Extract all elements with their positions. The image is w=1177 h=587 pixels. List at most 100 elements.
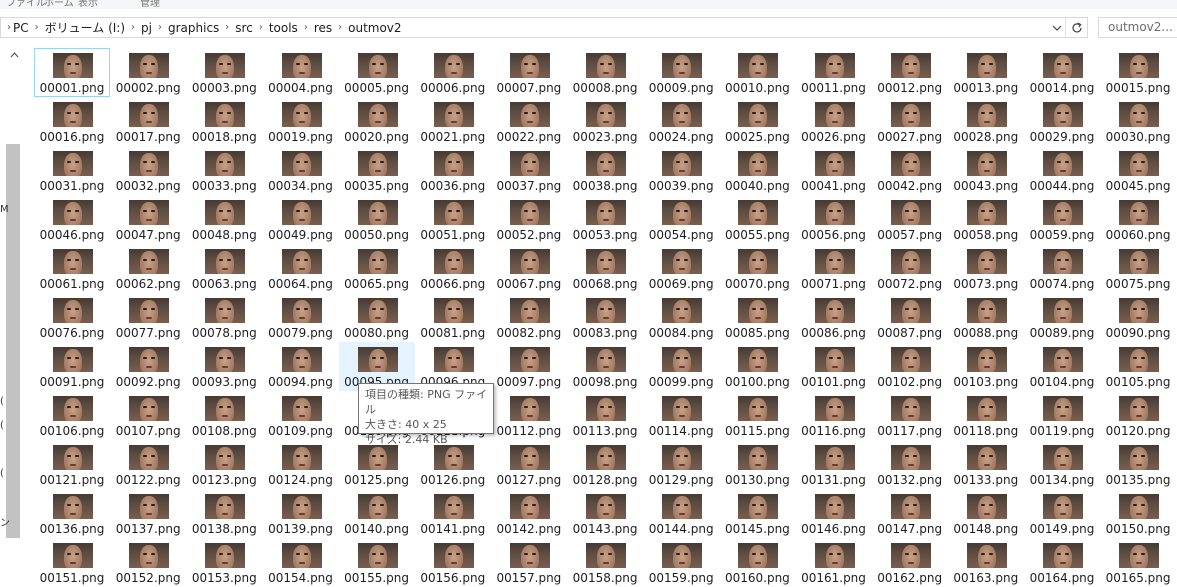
file-item[interactable]: 00161.png xyxy=(796,538,872,587)
file-item[interactable]: 00004.png xyxy=(263,48,339,97)
file-item[interactable]: 00087.png xyxy=(872,293,948,342)
file-item[interactable]: 00010.png xyxy=(719,48,795,97)
ribbon-tab-manage[interactable]: 管理 xyxy=(140,0,160,9)
file-item[interactable]: 00030.png xyxy=(1100,97,1176,146)
file-item[interactable]: 00021.png xyxy=(415,97,491,146)
file-item[interactable]: 00050.png xyxy=(339,195,415,244)
file-item[interactable]: 00091.png xyxy=(34,342,110,391)
ribbon-tab-file[interactable]: ファイル xyxy=(6,0,46,9)
file-item[interactable]: 00137.png xyxy=(110,489,186,538)
file-item[interactable]: 00032.png xyxy=(110,146,186,195)
file-item[interactable]: 00144.png xyxy=(643,489,719,538)
file-item[interactable]: 00134.png xyxy=(1024,440,1100,489)
file-item[interactable]: 00120.png xyxy=(1100,391,1176,440)
file-item[interactable]: 00104.png xyxy=(1024,342,1100,391)
file-item[interactable]: 00074.png xyxy=(1024,244,1100,293)
file-item[interactable]: 00069.png xyxy=(643,244,719,293)
breadcrumb-volume[interactable]: ボリューム (I:) xyxy=(45,19,125,36)
file-item[interactable]: 00060.png xyxy=(1100,195,1176,244)
file-item[interactable]: 00036.png xyxy=(415,146,491,195)
breadcrumb-src[interactable]: src xyxy=(235,21,253,35)
file-item[interactable]: 00085.png xyxy=(719,293,795,342)
file-item[interactable]: 00160.png xyxy=(719,538,795,587)
file-item[interactable]: 00019.png xyxy=(263,97,339,146)
file-item[interactable]: 00156.png xyxy=(415,538,491,587)
nav-scrollbar[interactable] xyxy=(6,44,20,564)
file-item[interactable]: 00079.png xyxy=(263,293,339,342)
file-item[interactable]: 00014.png xyxy=(1024,48,1100,97)
file-item[interactable]: 00128.png xyxy=(567,440,643,489)
file-item[interactable]: 00052.png xyxy=(491,195,567,244)
nav-item-label[interactable]: ン xyxy=(0,514,10,529)
ribbon-tab-view[interactable]: 表示 xyxy=(78,0,98,9)
file-item[interactable]: 00112.png xyxy=(491,391,567,440)
file-item[interactable]: 00149.png xyxy=(1024,489,1100,538)
file-item[interactable]: 00158.png xyxy=(567,538,643,587)
file-item[interactable]: 00002.png xyxy=(110,48,186,97)
file-item[interactable]: 00097.png xyxy=(491,342,567,391)
file-item[interactable]: 00035.png xyxy=(339,146,415,195)
breadcrumb-separator-icon[interactable]: › xyxy=(158,22,162,33)
file-item[interactable]: 00083.png xyxy=(567,293,643,342)
file-item[interactable]: 00003.png xyxy=(186,48,262,97)
chevron-up-icon[interactable] xyxy=(10,48,19,61)
breadcrumb-separator-icon[interactable]: › xyxy=(304,22,308,33)
file-item[interactable]: 00048.png xyxy=(186,195,262,244)
file-item[interactable]: 00163.png xyxy=(948,538,1024,587)
file-item[interactable]: 00107.png xyxy=(110,391,186,440)
file-item[interactable]: 00145.png xyxy=(719,489,795,538)
file-item[interactable]: 00133.png xyxy=(948,440,1024,489)
file-item[interactable]: 00045.png xyxy=(1100,146,1176,195)
file-item[interactable]: 00159.png xyxy=(643,538,719,587)
file-item[interactable]: 00080.png xyxy=(339,293,415,342)
file-item[interactable]: 00101.png xyxy=(796,342,872,391)
file-item[interactable]: 00092.png xyxy=(110,342,186,391)
file-item[interactable]: 00001.png xyxy=(34,48,110,97)
breadcrumb-separator-icon[interactable]: › xyxy=(225,22,229,33)
file-item[interactable]: 00108.png xyxy=(186,391,262,440)
file-item[interactable]: 00064.png xyxy=(263,244,339,293)
file-item[interactable]: 00105.png xyxy=(1100,342,1176,391)
file-item[interactable]: 00058.png xyxy=(948,195,1024,244)
file-item[interactable]: 00113.png xyxy=(567,391,643,440)
file-item[interactable]: 00073.png xyxy=(948,244,1024,293)
file-item[interactable]: 00139.png xyxy=(263,489,339,538)
file-item[interactable]: 00114.png xyxy=(643,391,719,440)
file-item[interactable]: 00015.png xyxy=(1100,48,1176,97)
file-item[interactable]: 00140.png xyxy=(339,489,415,538)
file-item[interactable]: 00011.png xyxy=(796,48,872,97)
file-item[interactable]: 00118.png xyxy=(948,391,1024,440)
file-item[interactable]: 00043.png xyxy=(948,146,1024,195)
file-item[interactable]: 00153.png xyxy=(186,538,262,587)
file-item[interactable]: 00086.png xyxy=(796,293,872,342)
file-item[interactable]: 00026.png xyxy=(796,97,872,146)
file-item[interactable]: 00094.png xyxy=(263,342,339,391)
file-item[interactable]: 00127.png xyxy=(491,440,567,489)
file-item[interactable]: 00117.png xyxy=(872,391,948,440)
file-item[interactable]: 00106.png xyxy=(34,391,110,440)
breadcrumb-separator-icon[interactable]: › xyxy=(259,22,263,33)
breadcrumb-separator-icon[interactable]: › xyxy=(131,22,135,33)
file-item[interactable]: 00038.png xyxy=(567,146,643,195)
breadcrumb-outmov2[interactable]: outmov2 xyxy=(348,21,401,35)
file-item[interactable]: 00135.png xyxy=(1100,440,1176,489)
file-item[interactable]: 00063.png xyxy=(186,244,262,293)
file-item[interactable]: 00082.png xyxy=(491,293,567,342)
file-item[interactable]: 00081.png xyxy=(415,293,491,342)
file-item[interactable]: 00051.png xyxy=(415,195,491,244)
file-item[interactable]: 00039.png xyxy=(643,146,719,195)
file-item[interactable]: 00098.png xyxy=(567,342,643,391)
file-item[interactable]: 00018.png xyxy=(186,97,262,146)
file-item[interactable]: 00165.png xyxy=(1100,538,1176,587)
file-item[interactable]: 00124.png xyxy=(263,440,339,489)
file-item[interactable]: 00148.png xyxy=(948,489,1024,538)
file-item[interactable]: 00138.png xyxy=(186,489,262,538)
file-item[interactable]: 00115.png xyxy=(719,391,795,440)
file-item[interactable]: 00023.png xyxy=(567,97,643,146)
file-item[interactable]: 00028.png xyxy=(948,97,1024,146)
file-item[interactable]: 00071.png xyxy=(796,244,872,293)
file-item[interactable]: 00055.png xyxy=(719,195,795,244)
file-item[interactable]: 00016.png xyxy=(34,97,110,146)
file-item[interactable]: 00100.png xyxy=(719,342,795,391)
file-item[interactable]: 00119.png xyxy=(1024,391,1100,440)
